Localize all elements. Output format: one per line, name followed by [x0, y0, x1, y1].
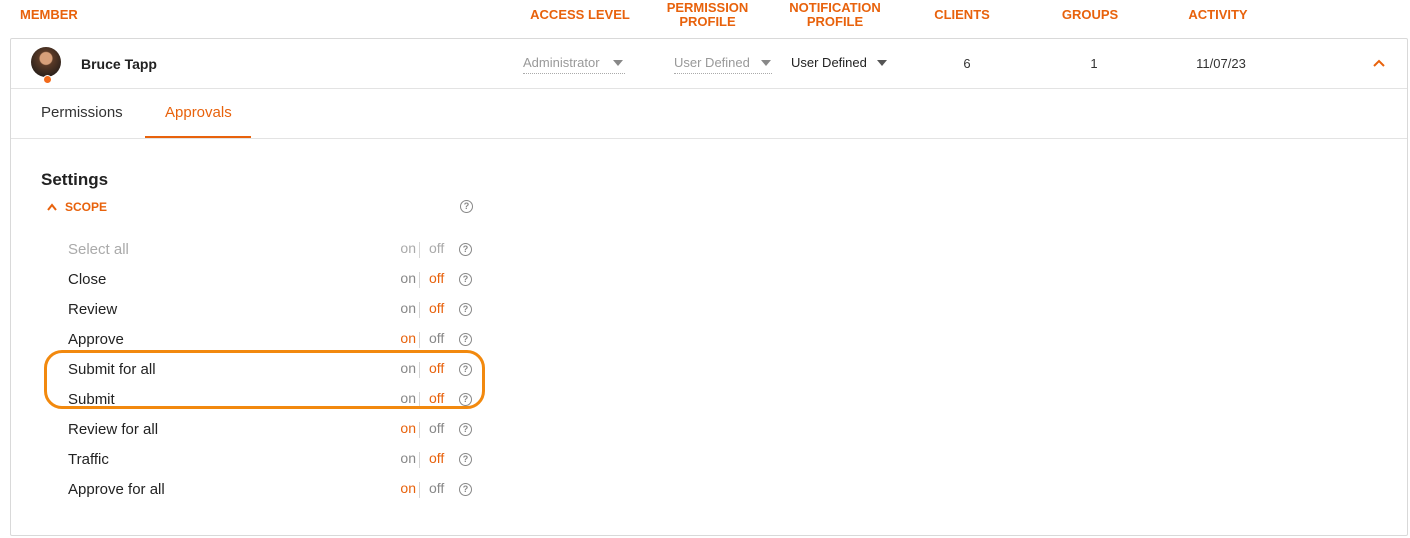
- column-notification-profile-line2: PROFILE: [806, 14, 864, 29]
- members-table-header: MEMBER ACCESS LEVEL PERMISSION PROFILE N…: [0, 0, 1410, 38]
- permission-profile-select[interactable]: User Defined: [674, 55, 772, 74]
- toggle-off-option[interactable]: off: [429, 450, 444, 466]
- column-activity: ACTIVITY: [1188, 7, 1248, 22]
- question-circle-icon[interactable]: ?: [459, 453, 472, 466]
- avatar: [31, 47, 61, 77]
- clients-count: 6: [963, 56, 971, 71]
- status-dot: [43, 75, 52, 84]
- permission-row: Review for all on off?: [68, 420, 488, 441]
- access-level-value: Administrator: [523, 55, 600, 70]
- question-circle-icon[interactable]: ?: [459, 273, 472, 286]
- toggle-separator: [419, 272, 420, 288]
- permission-profile-value: User Defined: [674, 55, 750, 70]
- highlight-outline: [44, 350, 485, 409]
- activity-date: 11/07/23: [1196, 56, 1246, 71]
- toggle-on-option[interactable]: on: [390, 300, 416, 316]
- toggle-on-option[interactable]: on: [390, 330, 416, 346]
- tab-approvals[interactable]: Approvals: [165, 104, 232, 121]
- toggle-separator: [419, 422, 420, 438]
- question-circle-icon[interactable]: ?: [459, 423, 472, 436]
- permission-label: Approve for all: [68, 481, 165, 498]
- caret-down-icon[interactable]: [877, 60, 887, 66]
- column-access-level: ACCESS LEVEL: [530, 7, 630, 22]
- tab-permissions[interactable]: Permissions: [41, 104, 123, 121]
- permission-row: Select all on off?: [68, 240, 488, 261]
- access-level-select[interactable]: Administrator: [523, 55, 625, 74]
- column-groups: GROUPS: [1061, 7, 1119, 22]
- question-circle-icon[interactable]: ?: [459, 483, 472, 496]
- permission-label: Traffic: [68, 451, 109, 468]
- column-notification-profile: NOTIFICATION PROFILE: [785, 1, 885, 29]
- member-name: Bruce Tapp: [81, 56, 157, 72]
- permission-row: Approve on off?: [68, 330, 488, 351]
- notification-profile-select[interactable]: User Defined: [791, 55, 881, 73]
- question-circle-icon[interactable]: ?: [459, 303, 472, 316]
- column-notification-profile-line1: NOTIFICATION: [789, 0, 881, 15]
- settings-title: Settings: [41, 170, 109, 189]
- column-clients: CLIENTS: [934, 7, 990, 22]
- caret-down-icon[interactable]: [613, 60, 623, 66]
- toggle-separator: [419, 302, 420, 318]
- column-permission-profile-line2: PROFILE: [679, 14, 736, 29]
- permission-row: Approve for all on off?: [68, 480, 488, 501]
- toggle-separator: [419, 482, 420, 498]
- toggle-on-option[interactable]: on: [390, 240, 416, 256]
- member-card: Bruce Tapp Administrator User Defined Us…: [10, 38, 1408, 536]
- permission-row: Close on off?: [68, 270, 488, 291]
- question-circle-icon[interactable]: ?: [459, 333, 472, 346]
- toggle-on-option[interactable]: on: [390, 420, 416, 436]
- notification-profile-value: User Defined: [791, 55, 867, 70]
- toggle-off-option[interactable]: off: [429, 240, 444, 256]
- toggle-separator: [419, 332, 420, 348]
- question-circle-icon[interactable]: ?: [460, 200, 473, 213]
- permission-label: Approve: [68, 331, 124, 348]
- column-member: MEMBER: [20, 7, 78, 22]
- caret-down-icon[interactable]: [761, 60, 771, 66]
- toggle-off-option[interactable]: off: [429, 420, 444, 436]
- toggle-separator: [419, 452, 420, 468]
- toggle-off-option[interactable]: off: [429, 270, 444, 286]
- permission-row: Traffic on off?: [68, 450, 488, 471]
- question-circle-icon[interactable]: ?: [459, 243, 472, 256]
- groups-count: 1: [1090, 56, 1098, 71]
- toggle-on-option[interactable]: on: [390, 480, 416, 496]
- permission-row: Review on off?: [68, 300, 488, 321]
- permission-label: Close: [68, 271, 107, 288]
- toggle-off-option[interactable]: off: [429, 330, 444, 346]
- column-permission-profile-line1: PERMISSION: [666, 0, 749, 15]
- permission-label: Select all: [68, 241, 129, 258]
- permission-label: Review for all: [68, 421, 159, 438]
- toggle-off-option[interactable]: off: [429, 480, 444, 496]
- chevron-up-icon[interactable]: [1373, 57, 1385, 69]
- member-row[interactable]: Bruce Tapp Administrator User Defined Us…: [11, 39, 1407, 89]
- scope-label: SCOPE: [65, 200, 108, 214]
- toggle-on-option[interactable]: on: [390, 270, 416, 286]
- detail-tabs: Permissions Approvals: [11, 89, 1407, 139]
- active-tab-indicator: [145, 136, 251, 138]
- column-permission-profile: PERMISSION PROFILE: [660, 1, 755, 29]
- chevron-up-icon: [47, 203, 57, 211]
- permission-label: Review: [68, 301, 118, 318]
- toggle-off-option[interactable]: off: [429, 300, 444, 316]
- toggle-separator: [419, 242, 420, 258]
- toggle-on-option[interactable]: on: [390, 450, 416, 466]
